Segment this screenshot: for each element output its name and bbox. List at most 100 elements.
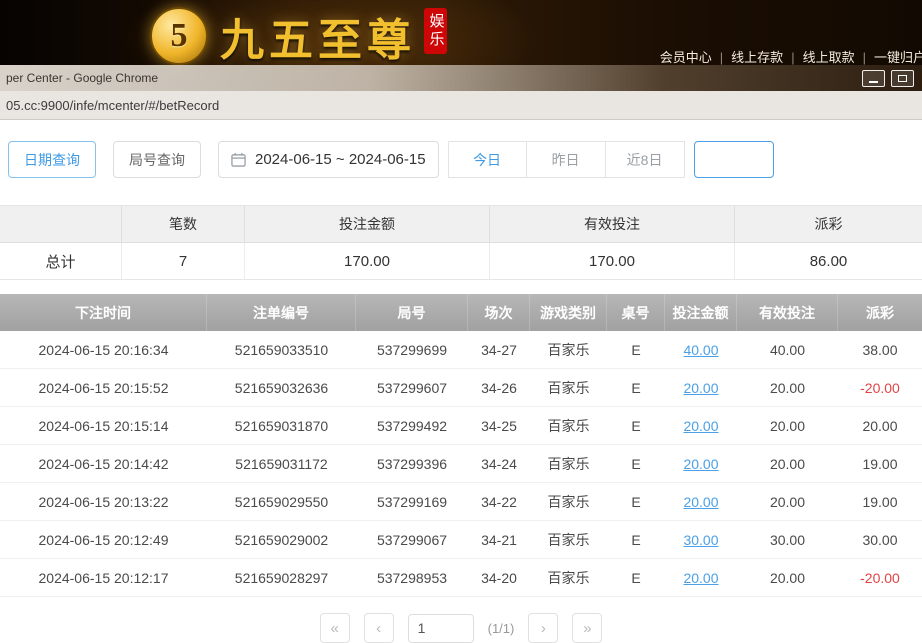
cell-session: 34-20	[468, 559, 530, 596]
quick-today-button[interactable]: 今日	[448, 141, 527, 178]
quick-yesterday-button[interactable]: 昨日	[527, 141, 606, 178]
cell-round: 537299067	[356, 521, 468, 558]
table-row: 2024-06-15 20:15:14521659031870537299492…	[0, 407, 922, 445]
summary-header: 笔数 投注金额 有效投注 派彩	[0, 206, 922, 243]
page-info: (1/1)	[488, 621, 515, 636]
cell-table: E	[607, 369, 665, 406]
nav-separator: |	[863, 50, 866, 65]
cell-table: E	[607, 331, 665, 368]
bet-record-table: 下注时间 注单编号 局号 场次 游戏类别 桌号 投注金额 有效投注 派彩 202…	[0, 294, 922, 597]
cell-order: 521659031870	[207, 407, 356, 444]
table-row: 2024-06-15 20:14:42521659031172537299396…	[0, 445, 922, 483]
cell-payout: 19.00	[838, 483, 922, 520]
cell-game: 百家乐	[530, 331, 607, 368]
date-range-input[interactable]: 2024-06-15 ~ 2024-06-15	[218, 141, 439, 178]
summary-col-valid-bet: 有效投注	[490, 206, 735, 243]
cell-round: 537299607	[356, 369, 468, 406]
address-bar[interactable]: 05.cc:9900/infe/mcenter/#/betRecord	[0, 91, 922, 120]
next-page-button[interactable]: ›	[528, 613, 558, 643]
cell-session: 34-22	[468, 483, 530, 520]
cell-bet[interactable]: 40.00	[665, 331, 737, 368]
cell-order: 521659031172	[207, 445, 356, 482]
cell-session: 34-24	[468, 445, 530, 482]
summary-col-count: 笔数	[122, 206, 245, 243]
cell-session: 34-26	[468, 369, 530, 406]
page-input[interactable]	[408, 614, 474, 643]
logo: 5 九五至尊 娱乐	[150, 4, 447, 68]
pagination: « ‹ (1/1) › »	[0, 613, 922, 643]
top-nav: 会员中心|线上存款|线上取款|一键归户	[652, 47, 922, 66]
cell-table: E	[607, 407, 665, 444]
maximize-button[interactable]	[891, 70, 914, 87]
tab-date-query[interactable]: 日期查询	[8, 141, 96, 178]
table-row: 2024-06-15 20:12:17521659028297537298953…	[0, 559, 922, 597]
cell-valid: 20.00	[737, 445, 838, 482]
window-titlebar[interactable]: per Center - Google Chrome	[0, 65, 922, 91]
first-page-button[interactable]: «	[320, 613, 350, 643]
cell-order: 521659029002	[207, 521, 356, 558]
summary-total-valid-bet: 170.00	[490, 243, 735, 280]
cell-bet[interactable]: 20.00	[665, 559, 737, 596]
date-range-value: 2024-06-15 ~ 2024-06-15	[255, 151, 426, 168]
nav-member-center[interactable]: 会员中心	[660, 50, 712, 65]
cell-valid: 20.00	[737, 369, 838, 406]
col-header-valid: 有效投注	[737, 294, 838, 331]
nav-withdraw[interactable]: 线上取款	[803, 50, 855, 65]
cell-time: 2024-06-15 20:14:42	[0, 445, 207, 482]
col-header-order: 注单编号	[207, 294, 356, 331]
cell-bet[interactable]: 20.00	[665, 407, 737, 444]
last-page-button[interactable]: »	[572, 613, 602, 643]
summary-col-bet-amount: 投注金额	[245, 206, 490, 243]
window-title: per Center - Google Chrome	[6, 71, 862, 85]
logo-text: 九五至尊	[220, 4, 416, 68]
table-row: 2024-06-15 20:15:52521659032636537299607…	[0, 369, 922, 407]
col-header-time: 下注时间	[0, 294, 207, 331]
coin-logo-icon: 5	[150, 7, 208, 65]
summary-total-row: 总计 7 170.00 170.00 86.00	[0, 243, 922, 280]
summary-col-blank	[0, 206, 122, 243]
cell-round: 537299699	[356, 331, 468, 368]
tab-round-query[interactable]: 局号查询	[113, 141, 201, 178]
coin-number: 5	[171, 17, 188, 55]
cell-bet[interactable]: 20.00	[665, 369, 737, 406]
logo-badge: 娱乐	[424, 8, 447, 54]
cell-time: 2024-06-15 20:15:14	[0, 407, 207, 444]
cell-table: E	[607, 521, 665, 558]
maximize-icon	[898, 75, 907, 82]
cell-payout: 19.00	[838, 445, 922, 482]
cell-order: 521659032636	[207, 369, 356, 406]
cell-game: 百家乐	[530, 407, 607, 444]
nav-one-key-transfer[interactable]: 一键归户	[874, 50, 922, 65]
cell-game: 百家乐	[530, 445, 607, 482]
quick-8days-button[interactable]: 近8日	[606, 141, 685, 178]
cell-time: 2024-06-15 20:12:49	[0, 521, 207, 558]
cell-order: 521659028297	[207, 559, 356, 596]
bet-table-header: 下注时间 注单编号 局号 场次 游戏类别 桌号 投注金额 有效投注 派彩	[0, 294, 922, 331]
cell-payout: -20.00	[838, 559, 922, 596]
window-controls	[862, 70, 914, 87]
minimize-button[interactable]	[862, 70, 885, 87]
cell-valid: 20.00	[737, 483, 838, 520]
cell-payout: 38.00	[838, 331, 922, 368]
page-content: 日期查询 局号查询 2024-06-15 ~ 2024-06-15 今日 昨日 …	[0, 120, 922, 643]
summary-total-payout: 86.00	[735, 243, 922, 280]
screen: 5 九五至尊 娱乐 会员中心|线上存款|线上取款|一键归户 per Center…	[0, 0, 922, 643]
cell-bet[interactable]: 20.00	[665, 483, 737, 520]
col-header-session: 场次	[468, 294, 530, 331]
calendar-icon	[231, 152, 246, 167]
nav-deposit[interactable]: 线上存款	[731, 50, 783, 65]
table-row: 2024-06-15 20:12:49521659029002537299067…	[0, 521, 922, 559]
cell-bet[interactable]: 30.00	[665, 521, 737, 558]
table-row: 2024-06-15 20:13:22521659029550537299169…	[0, 483, 922, 521]
cell-session: 34-21	[468, 521, 530, 558]
table-row: 2024-06-15 20:16:34521659033510537299699…	[0, 331, 922, 369]
search-button[interactable]: 查询	[694, 141, 774, 178]
prev-page-button[interactable]: ‹	[364, 613, 394, 643]
nav-separator: |	[791, 50, 794, 65]
summary-total-label: 总计	[0, 243, 122, 280]
minimize-icon	[869, 81, 878, 83]
cell-payout: 20.00	[838, 407, 922, 444]
cell-bet[interactable]: 20.00	[665, 445, 737, 482]
cell-round: 537298953	[356, 559, 468, 596]
col-header-table: 桌号	[607, 294, 665, 331]
